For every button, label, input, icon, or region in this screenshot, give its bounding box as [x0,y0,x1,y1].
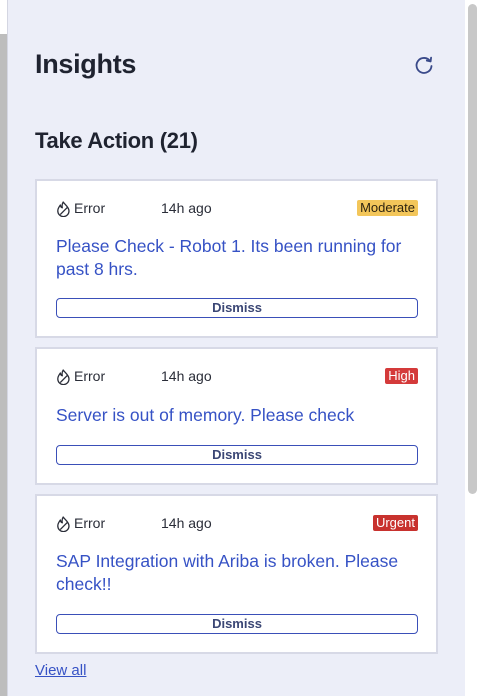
card-type-label: Error [74,368,106,384]
card-time: 14h ago [161,200,212,216]
card-message-link[interactable]: SAP Integration with Ariba is broken. Pl… [56,550,418,596]
scrollbar-thumb[interactable] [468,4,477,494]
section-title: Take Action (21) [35,128,198,153]
card-type-label: Error [74,200,106,216]
error-icon [57,516,70,532]
severity-badge: High [385,368,418,384]
refresh-icon[interactable] [413,55,435,77]
dismiss-button[interactable]: Dismiss [56,614,418,634]
dismiss-button[interactable]: Dismiss [56,445,418,465]
insight-card: Error 14h ago High Server is out of memo… [35,347,438,485]
insight-card: Error 14h ago Urgent SAP Integration wit… [35,494,438,654]
card-header: Error 14h ago High [56,368,418,386]
error-icon [57,369,70,385]
insight-card: Error 14h ago Moderate Please Check - Ro… [35,179,438,338]
error-icon [57,201,70,217]
card-message-link[interactable]: Please Check - Robot 1. Its been running… [56,235,418,281]
severity-badge: Urgent [372,515,418,531]
card-message-link[interactable]: Server is out of memory. Please check [56,404,418,427]
card-time: 14h ago [161,515,212,531]
card-header: Error 14h ago Moderate [56,200,418,218]
card-type-label: Error [74,515,106,531]
page-title: Insights [35,49,137,79]
card-time: 14h ago [161,368,212,384]
left-edge-strip [0,34,7,696]
card-header: Error 14h ago Urgent [56,515,418,533]
view-all-link[interactable]: View all [35,662,86,679]
dismiss-button[interactable]: Dismiss [56,298,418,318]
severity-badge: Moderate [357,200,418,216]
